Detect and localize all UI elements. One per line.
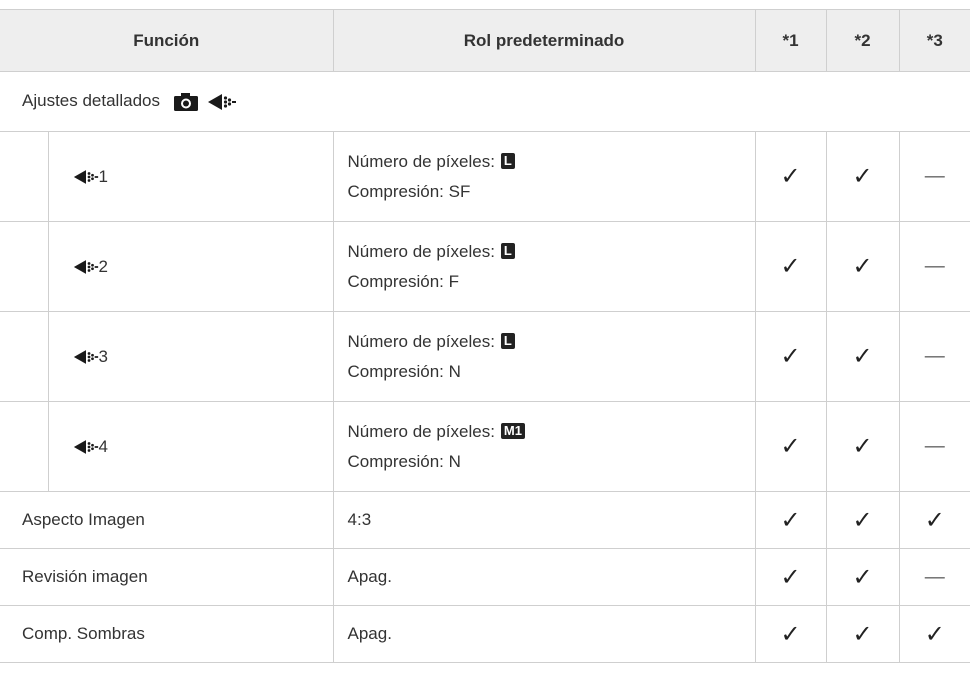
function-cell: Revisión imagen [0,548,334,606]
settings-table-page: Función Rol predeterminado *1 *2 *3 Ajus… [0,0,970,697]
image-quality-icon [73,260,98,274]
check-icon: ✓ [825,221,900,312]
image-quality-icon [73,440,98,454]
function-index: 2 [98,256,108,276]
check-icon: ✓ [754,401,827,492]
check-icon: ✓ [825,311,900,402]
section-row: Ajustes detallados [0,71,970,132]
pixels-label: Número de píxeles: [347,241,495,261]
header-role: Rol predeterminado [332,9,756,72]
image-quality-icon [73,170,98,184]
section-label: Ajustes detallados [22,91,160,111]
role-cell: Número de píxeles: M1 Compresión: N [332,401,756,492]
function-cell: 1 [47,131,334,222]
dash-icon: — [898,221,970,312]
pixels-badge: L [500,152,515,169]
table-row: Comp. Sombras Apag. ✓ ✓ ✓ [0,605,970,663]
function-index: 1 [98,166,108,186]
check-icon: ✓ [754,605,827,663]
check-icon: ✓ [825,401,900,492]
table-row: 2 Número de píxeles: L Compresión: F ✓ ✓ … [0,221,970,312]
pixels-badge: L [500,242,515,259]
check-icon: ✓ [898,491,970,549]
table-row: 1 Número de píxeles: L Compresión: SF ✓ ✓… [0,131,970,222]
table-row: 4 Número de píxeles: M1 Compresión: N ✓ ✓… [0,401,970,492]
dash-icon: — [898,401,970,492]
header-function: Función [0,9,334,72]
pixels-label: Número de píxeles: [347,421,495,441]
compression-label: Compresión: N [347,361,461,381]
dash-icon: — [898,311,970,402]
pixels-label: Número de píxeles: [347,151,495,171]
table-row: 3 Número de píxeles: L Compresión: N ✓ ✓ … [0,311,970,402]
table-row: Revisión imagen Apag. ✓ ✓ — [0,548,970,606]
check-icon: ✓ [825,491,900,549]
check-icon: ✓ [754,548,827,606]
role-cell: Apag. [332,605,756,663]
image-quality-icon [208,93,237,110]
dash-icon: — [898,548,970,606]
compression-label: Compresión: F [347,271,459,291]
function-cell: Comp. Sombras [0,605,334,663]
check-icon: ✓ [754,131,827,222]
header-col-1: *1 [754,9,827,72]
check-icon: ✓ [825,131,900,222]
pixels-badge: M1 [500,422,525,439]
function-index: 3 [98,346,108,366]
function-cell: 4 [47,401,334,492]
function-cell: Aspecto Imagen [0,491,334,549]
header-row: Función Rol predeterminado *1 *2 *3 [0,9,970,72]
check-icon: ✓ [898,605,970,663]
role-cell: Número de píxeles: L Compresión: SF [332,131,756,222]
header-col-2: *2 [825,9,900,72]
compression-label: Compresión: SF [347,181,471,201]
role-cell: 4:3 [332,491,756,549]
camera-icon [173,92,198,111]
pixels-label: Número de píxeles: [347,331,495,351]
settings-table: Función Rol predeterminado *1 *2 *3 Ajus… [0,9,970,663]
check-icon: ✓ [754,491,827,549]
dash-icon: — [898,131,970,222]
check-icon: ✓ [825,605,900,663]
table-row: Aspecto Imagen 4:3 ✓ ✓ ✓ [0,491,970,549]
role-cell: Apag. [332,548,756,606]
image-quality-icon [73,350,98,364]
compression-label: Compresión: N [347,451,461,471]
check-icon: ✓ [825,548,900,606]
function-cell: 3 [47,311,334,402]
header-col-3: *3 [898,9,970,72]
function-index: 4 [98,436,108,456]
section-cell: Ajustes detallados [0,71,970,132]
role-cell: Número de píxeles: L Compresión: F [332,221,756,312]
check-icon: ✓ [754,311,827,402]
role-cell: Número de píxeles: L Compresión: N [332,311,756,402]
function-cell: 2 [47,221,334,312]
check-icon: ✓ [754,221,827,312]
pixels-badge: L [500,332,515,349]
